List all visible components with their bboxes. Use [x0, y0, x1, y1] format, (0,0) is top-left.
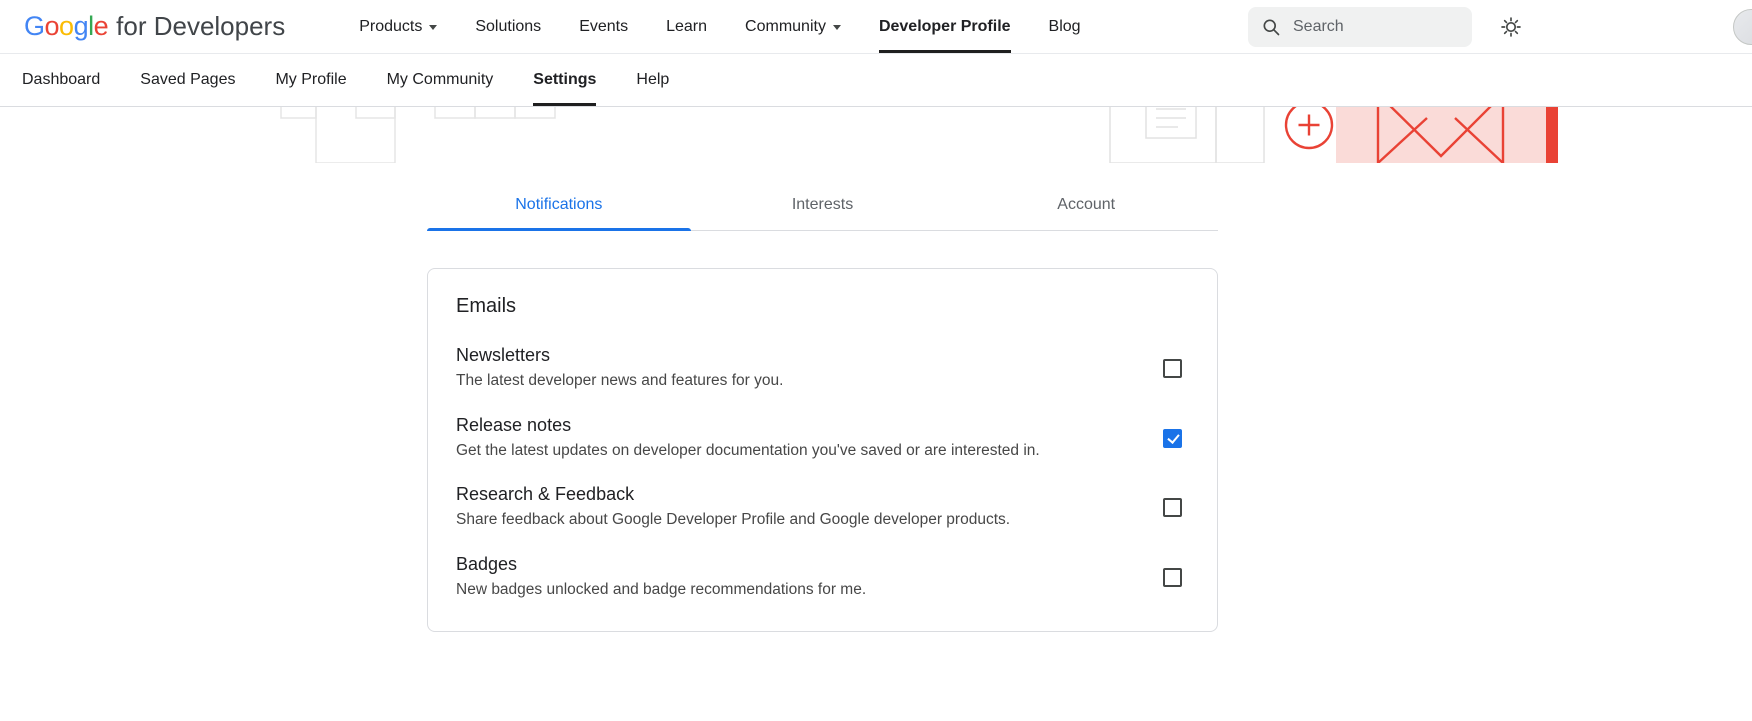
nav-item-products[interactable]: Products	[359, 0, 437, 53]
search-icon	[1261, 17, 1281, 37]
nav-item-label: Learn	[666, 18, 707, 36]
nav-item-label: Community	[745, 18, 826, 36]
grid-squares-illustration	[281, 107, 555, 163]
page: Google for Developers Products Solutions…	[0, 0, 1752, 721]
banner-illustration	[0, 107, 1752, 163]
subnav-item-saved-pages[interactable]: Saved Pages	[140, 54, 235, 106]
checkbox-release-notes[interactable]	[1163, 429, 1182, 448]
pref-text: Research & Feedback Share feedback about…	[456, 484, 1010, 531]
tab-interests[interactable]: Interests	[691, 183, 955, 230]
subnav-item-label: My Profile	[275, 71, 346, 89]
subnav-item-label: Settings	[533, 71, 596, 89]
nav-item-blog[interactable]: Blog	[1049, 0, 1081, 53]
theme-toggle-button[interactable]	[1500, 16, 1522, 38]
banner-illustration-svg	[0, 107, 1752, 163]
subnav-item-settings[interactable]: Settings	[533, 54, 596, 106]
settings-tabs: Notifications Interests Account	[427, 183, 1218, 231]
pref-row-release-notes: Release notes Get the latest updates on …	[456, 415, 1189, 462]
plus-icon	[1286, 107, 1332, 148]
pref-title: Newsletters	[456, 345, 783, 366]
pref-row-newsletters: Newsletters The latest developer news an…	[456, 345, 1189, 392]
subnav-item-label: Help	[636, 71, 669, 89]
main-nav: Products Solutions Events Learn Communit…	[359, 0, 1080, 53]
pref-row-badges: Badges New badges unlocked and badge rec…	[456, 554, 1189, 601]
subnav-item-my-community[interactable]: My Community	[387, 54, 494, 106]
card-title: Emails	[456, 295, 1189, 318]
subnav-item-my-profile[interactable]: My Profile	[275, 54, 346, 106]
nav-item-events[interactable]: Events	[579, 0, 628, 53]
pref-text: Badges New badges unlocked and badge rec…	[456, 554, 866, 601]
pref-description: Share feedback about Google Developer Pr…	[456, 509, 1010, 531]
pref-title: Badges	[456, 554, 866, 575]
search-box[interactable]	[1248, 7, 1472, 47]
top-header: Google for Developers Products Solutions…	[0, 0, 1752, 54]
google-developers-logo[interactable]: Google for Developers	[24, 11, 285, 42]
pref-text: Newsletters The latest developer news an…	[456, 345, 783, 392]
google-logo-text: Google	[24, 11, 108, 42]
subnav-item-label: My Community	[387, 71, 494, 89]
pref-row-research-feedback: Research & Feedback Share feedback about…	[456, 484, 1189, 531]
emails-card: Emails Newsletters The latest developer …	[427, 268, 1218, 632]
nav-item-label: Developer Profile	[879, 18, 1011, 36]
pref-description: Get the latest updates on developer docu…	[456, 440, 1040, 462]
search-input[interactable]	[1291, 17, 1455, 37]
note-card-illustration	[1110, 107, 1264, 163]
pref-title: Release notes	[456, 415, 1040, 436]
sun-icon	[1500, 16, 1522, 38]
checkbox-badges[interactable]	[1163, 568, 1182, 587]
subnav-item-dashboard[interactable]: Dashboard	[22, 54, 100, 106]
chevron-down-icon	[833, 25, 841, 30]
nav-item-developer-profile[interactable]: Developer Profile	[879, 0, 1011, 53]
subnav-item-help[interactable]: Help	[636, 54, 669, 106]
nav-item-label: Products	[359, 18, 422, 36]
pref-text: Release notes Get the latest updates on …	[456, 415, 1040, 462]
nav-item-community[interactable]: Community	[745, 0, 841, 53]
checkbox-research-feedback[interactable]	[1163, 498, 1182, 517]
nav-item-label: Solutions	[475, 18, 541, 36]
tab-notifications[interactable]: Notifications	[427, 183, 691, 230]
tab-account[interactable]: Account	[954, 183, 1218, 230]
chevron-down-icon	[429, 25, 437, 30]
subnav-item-label: Saved Pages	[140, 71, 235, 89]
red-bar	[1546, 107, 1558, 163]
subnav-item-label: Dashboard	[22, 71, 100, 89]
nav-item-solutions[interactable]: Solutions	[475, 0, 541, 53]
nav-item-label: Blog	[1049, 18, 1081, 36]
logo-suffix: for Developers	[116, 11, 285, 42]
profile-subnav: Dashboard Saved Pages My Profile My Comm…	[0, 54, 1752, 107]
nav-item-label: Events	[579, 18, 628, 36]
pref-title: Research & Feedback	[456, 484, 1010, 505]
pref-description: New badges unlocked and badge recommenda…	[456, 579, 866, 601]
checkbox-newsletters[interactable]	[1163, 359, 1182, 378]
pref-description: The latest developer news and features f…	[456, 370, 783, 392]
header-right	[1248, 7, 1752, 47]
nav-item-learn[interactable]: Learn	[666, 0, 707, 53]
